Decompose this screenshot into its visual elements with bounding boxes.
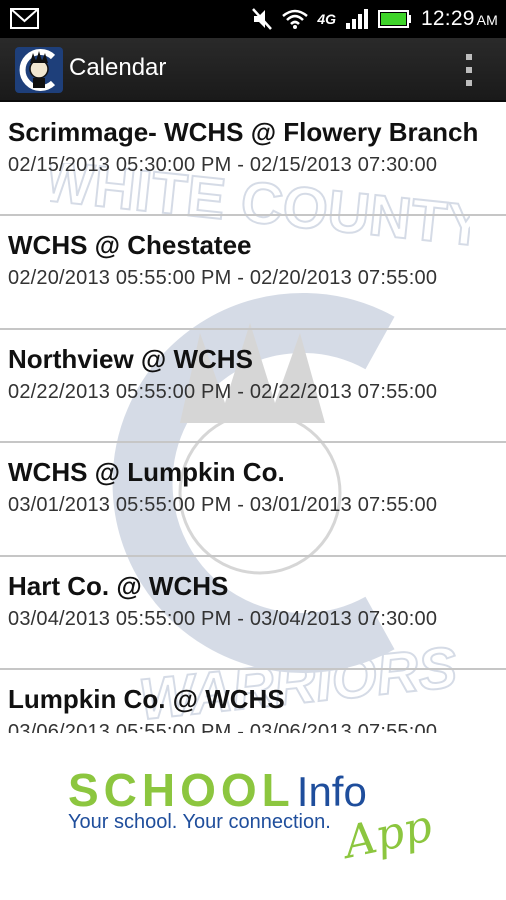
list-item[interactable]: Scrimmage- WCHS @ Flowery Branch 02/15/2… xyxy=(0,103,506,217)
brand-school: SCHOOL xyxy=(68,764,295,816)
calendar-list[interactable]: WHITE COUNTY WARRIORS Scrimmage- WCHS @ … xyxy=(0,103,506,733)
list-item[interactable]: WCHS @ Chestatee 02/20/2013 05:55:00 PM … xyxy=(0,216,506,330)
event-title: Northview @ WCHS xyxy=(8,343,253,374)
event-title: Hart Co. @ WCHS xyxy=(8,570,229,601)
gmail-icon xyxy=(10,8,39,29)
status-icons: 4G 12:29 AM xyxy=(251,0,498,38)
event-title: Lumpkin Co. @ WCHS xyxy=(8,683,285,714)
app-logo-icon[interactable] xyxy=(15,47,63,93)
list-item[interactable]: WCHS @ Lumpkin Co. 03/01/2013 05:55:00 P… xyxy=(0,443,506,557)
event-time: 03/01/2013 05:55:00 PM - 03/01/2013 07:5… xyxy=(8,494,438,517)
event-time: 02/15/2013 05:30:00 PM - 02/15/2013 07:3… xyxy=(8,154,438,176)
brand-info: Info xyxy=(296,768,367,815)
event-time: 03/04/2013 05:55:00 PM - 03/04/2013 07:3… xyxy=(8,607,438,630)
wifi-icon xyxy=(282,9,309,29)
brand-tagline: Your school. Your connection. xyxy=(68,811,331,833)
clock: 12:29 AM xyxy=(421,7,498,30)
event-title: WCHS @ Lumpkin Co. xyxy=(8,457,285,488)
status-bar: 4G 12:29 AM xyxy=(0,0,506,38)
signal-icon xyxy=(346,9,369,29)
mute-icon xyxy=(252,8,273,30)
event-title: Scrimmage- WCHS @ Flowery Branch xyxy=(8,117,479,147)
event-time: 03/06/2013 05:55:00 PM - 03/06/2013 07:5… xyxy=(8,720,438,733)
event-time: 02/20/2013 05:55:00 PM - 02/20/2013 07:5… xyxy=(8,267,438,290)
page-title: Calendar xyxy=(69,54,167,81)
list-item[interactable]: Lumpkin Co. @ WCHS 03/06/2013 05:55:00 P… xyxy=(0,670,506,733)
list-item[interactable]: Hart Co. @ WCHS 03/04/2013 05:55:00 PM -… xyxy=(0,557,506,670)
action-bar: Calendar xyxy=(0,38,506,102)
overflow-menu-icon[interactable] xyxy=(462,54,476,86)
event-list: Scrimmage- WCHS @ Flowery Branch 02/15/2… xyxy=(0,103,506,733)
list-item[interactable]: Northview @ WCHS 02/22/2013 05:55:00 PM … xyxy=(0,330,506,444)
brand-logo: SCHOOL Info xyxy=(68,763,367,816)
event-time: 02/22/2013 05:55:00 PM - 02/22/2013 07:5… xyxy=(8,380,438,403)
network-type: 4G xyxy=(317,11,337,27)
schoolinfo-banner[interactable]: SCHOOL Info Your school. Your connection… xyxy=(0,733,506,900)
battery-icon xyxy=(378,10,412,28)
event-title: WCHS @ Chestatee xyxy=(8,230,252,261)
